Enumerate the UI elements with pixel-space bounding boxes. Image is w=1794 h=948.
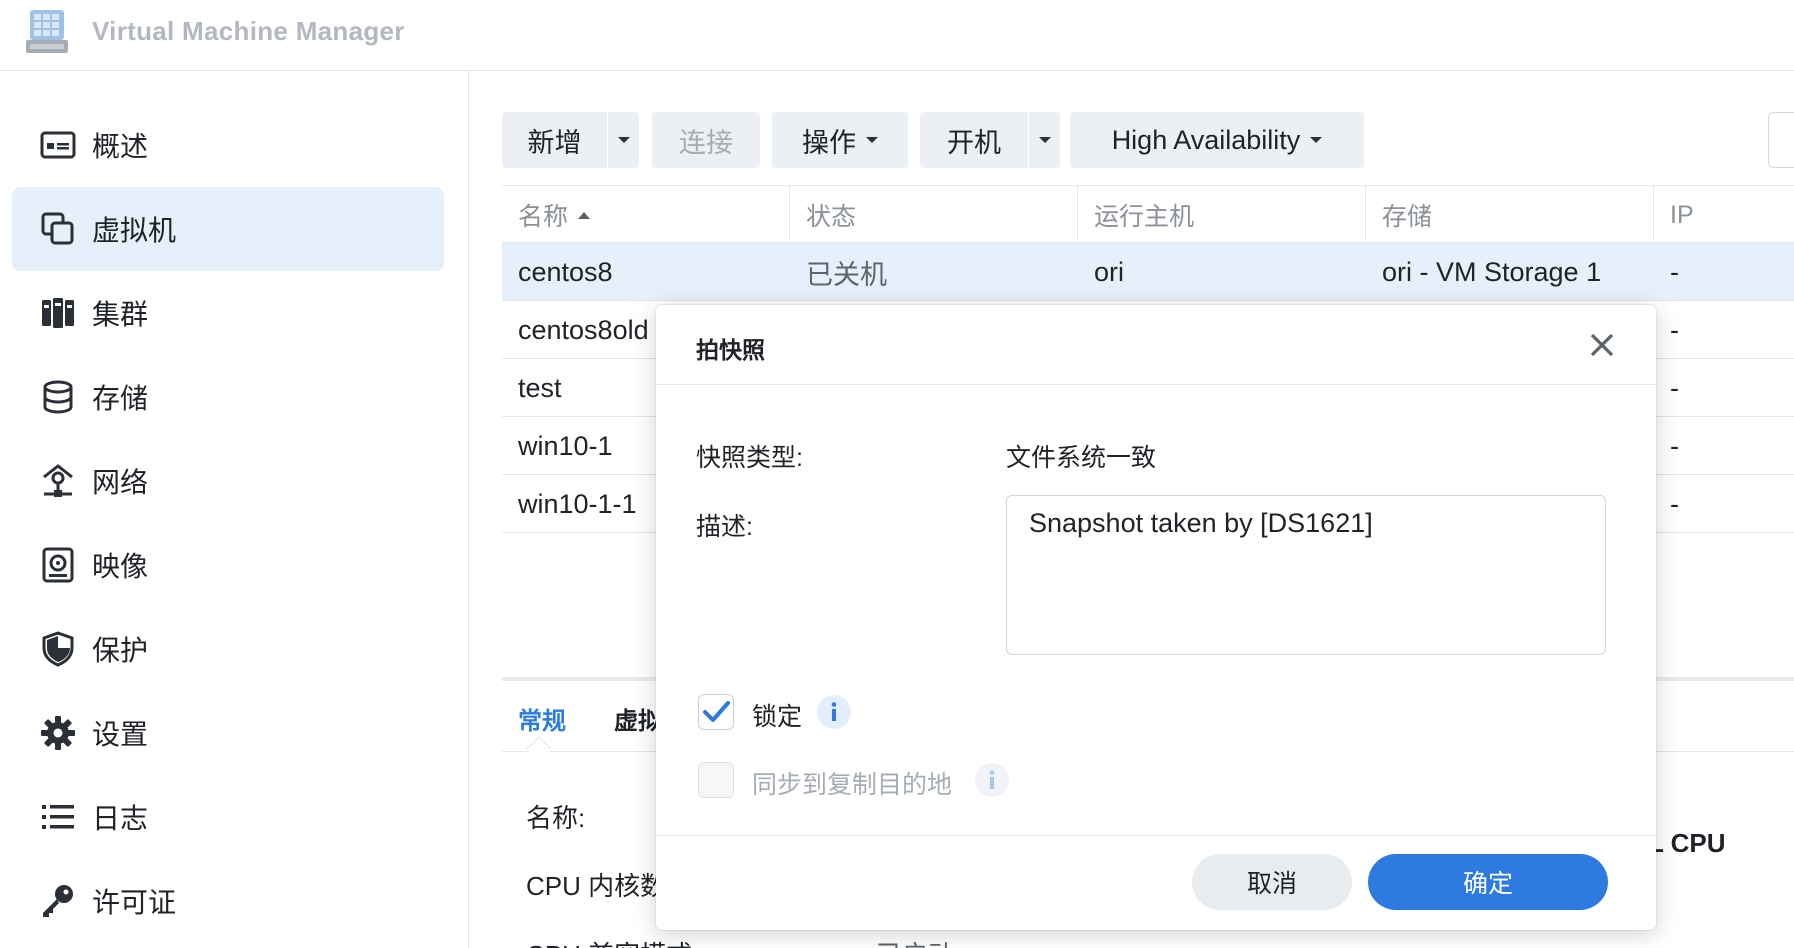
description-label: 描述: <box>696 513 753 541</box>
info-icon[interactable] <box>974 762 1010 798</box>
sidebar-item-label: 集群 <box>92 299 149 330</box>
action-button[interactable]: 操作 <box>772 112 908 168</box>
column-header-storage[interactable]: 存储 <box>1366 186 1654 244</box>
snapshot-type-label: 快照类型: <box>696 444 803 472</box>
sidebar-item-virtual-machine[interactable]: 虚拟机 <box>12 187 444 271</box>
connect-button[interactable]: 连接 <box>652 112 760 168</box>
power-on-dropdown-toggle[interactable] <box>1028 112 1060 168</box>
close-icon[interactable] <box>1588 331 1616 359</box>
add-button-label: 新增 <box>527 127 582 158</box>
sidebar-item-label: 日志 <box>92 803 149 834</box>
sidebar-item-protection[interactable]: 保护 <box>12 607 444 691</box>
cell-host: ori <box>1094 256 1125 287</box>
connect-button-label: 连接 <box>679 127 733 158</box>
power-on-button[interactable]: 开机 <box>920 112 1060 168</box>
add-button[interactable]: 新增 <box>502 112 639 168</box>
title-bar: Virtual Machine Manager <box>0 0 1794 71</box>
add-dropdown-toggle[interactable] <box>607 112 639 168</box>
cell-ip: - <box>1670 372 1679 403</box>
cluster-icon <box>42 298 74 328</box>
cell-name: centos8old <box>518 314 649 345</box>
detail-cpu-compat-value: 已启动 <box>876 935 954 948</box>
cell-ip: - <box>1670 314 1679 345</box>
sidebar-item-label: 映像 <box>92 551 149 582</box>
chevron-down-icon <box>617 137 630 143</box>
chevron-down-icon <box>866 137 878 143</box>
cell-name: win10-1-1 <box>518 488 637 519</box>
tab-virtual[interactable]: 虚拟 <box>614 701 662 736</box>
sidebar-item-cluster[interactable]: 集群 <box>12 271 444 355</box>
sidebar-item-label: 保护 <box>92 635 149 666</box>
column-header-status[interactable]: 状态 <box>790 186 1078 244</box>
cell-name: win10-1 <box>518 430 613 461</box>
lock-checkbox[interactable] <box>698 694 734 730</box>
snapshot-type-value: 文件系统一致 <box>1006 444 1157 472</box>
confirm-button[interactable]: 确定 <box>1368 854 1608 910</box>
virtual-machine-icon <box>41 212 74 245</box>
power-on-button-label: 开机 <box>947 127 1001 158</box>
sidebar-item-image[interactable]: 映像 <box>12 523 444 607</box>
sidebar-item-label: 虚拟机 <box>92 215 177 246</box>
sidebar-item-label: 网络 <box>92 467 149 498</box>
sync-to-replica-checkbox[interactable] <box>698 762 734 798</box>
info-icon[interactable] <box>816 694 852 730</box>
column-header-name[interactable]: 名称 <box>502 186 790 244</box>
image-icon <box>42 547 74 583</box>
sidebar-item-network[interactable]: 网络 <box>12 439 444 523</box>
sidebar-item-label: 许可证 <box>92 887 177 918</box>
search-input[interactable] <box>1768 112 1794 168</box>
sync-to-replica-label: 同步到复制目的地 <box>752 771 953 799</box>
list-icon <box>42 805 74 829</box>
dialog-header: 拍快照 <box>656 305 1656 385</box>
action-button-label: 操作 <box>802 127 856 158</box>
detail-cpu-compat-label: CPU 兼容模式: <box>526 935 699 948</box>
cell-storage: ori - VM Storage 1 <box>1382 256 1602 287</box>
detail-name-label: 名称: <box>526 803 586 833</box>
high-availability-button[interactable]: High Availability <box>1070 112 1364 168</box>
table-row[interactable]: centos8 已关机 ori ori - VM Storage 1 - <box>502 243 1794 301</box>
cell-ip: - <box>1670 256 1679 287</box>
sidebar-item-overview[interactable]: 概述 <box>12 103 444 187</box>
table-header: 名称 状态 运行主机 存储 IP <box>502 185 1794 244</box>
cell-ip: - <box>1670 430 1679 461</box>
dialog-title: 拍快照 <box>696 337 765 363</box>
sidebar-item-label: 设置 <box>92 719 149 750</box>
sort-ascending-icon <box>578 211 591 219</box>
cell-name: test <box>518 372 562 403</box>
snapshot-dialog: 拍快照 快照类型: 文件系统一致 描述: Snapshot taken by [… <box>656 305 1656 930</box>
high-availability-label: High Availability <box>1111 124 1301 155</box>
network-icon <box>43 464 73 497</box>
gear-icon <box>41 716 75 750</box>
cancel-button[interactable]: 取消 <box>1192 854 1352 910</box>
detail-right-cpu-label: L CPU <box>1648 828 1726 858</box>
cell-ip: - <box>1670 488 1679 519</box>
shield-icon <box>42 631 74 667</box>
storage-icon <box>43 380 73 414</box>
sidebar-item-settings[interactable]: 设置 <box>12 691 444 775</box>
lock-label: 锁定 <box>752 703 803 731</box>
sidebar-item-storage[interactable]: 存储 <box>12 355 444 439</box>
sidebar-item-log[interactable]: 日志 <box>12 775 444 859</box>
sidebar-item-label: 存储 <box>92 383 149 414</box>
chevron-down-icon <box>1038 137 1051 143</box>
description-field[interactable]: Snapshot taken by [DS1621] <box>1006 495 1606 655</box>
app-logo-icon <box>26 10 68 53</box>
column-header-ip[interactable]: IP <box>1654 186 1794 244</box>
detail-cpu-cores-label: CPU 内核数 <box>526 871 667 901</box>
cell-name: centos8 <box>518 256 613 287</box>
cell-status: 已关机 <box>806 259 887 290</box>
dialog-footer: 取消 确定 <box>656 835 1656 930</box>
overview-icon <box>40 131 76 159</box>
column-header-host[interactable]: 运行主机 <box>1078 186 1366 244</box>
key-icon <box>43 885 73 917</box>
sidebar-item-license[interactable]: 许可证 <box>12 859 444 943</box>
checkmark-icon <box>702 700 730 722</box>
sidebar-item-label: 概述 <box>92 131 149 162</box>
chevron-down-icon <box>1310 137 1323 143</box>
app-title: Virtual Machine Manager <box>92 16 405 46</box>
sidebar: 概述 虚拟机 集群 存储 网络 映像 保护 设置 日志 许可证 <box>0 71 469 948</box>
tab-general[interactable]: 常规 <box>518 701 566 736</box>
